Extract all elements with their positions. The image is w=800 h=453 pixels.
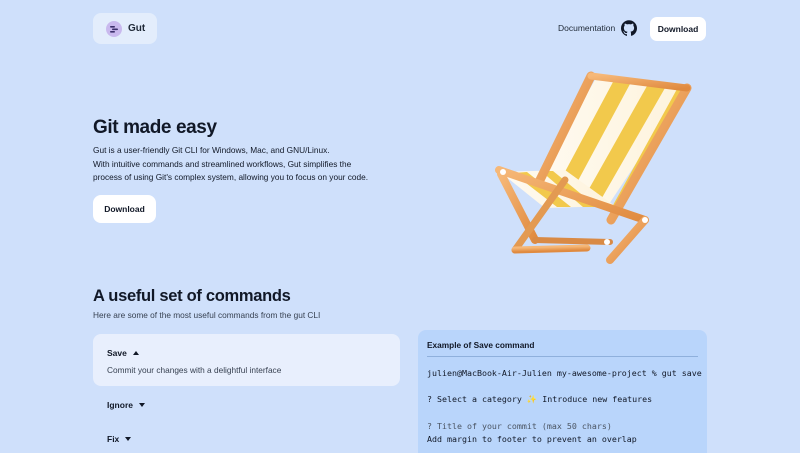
hero-description: Gut is a user-friendly Git CLI for Windo…: [93, 144, 393, 185]
terminal-category-line: ? Select a category ✨ Introduce new feat…: [427, 394, 652, 405]
hero-description-line: process of using Git's complex system, a…: [93, 172, 369, 182]
accordion-item-save[interactable]: Save Commit your changes with a delightf…: [93, 334, 400, 386]
commands-title: A useful set of commands: [93, 287, 291, 305]
beach-chair-illustration: [495, 71, 692, 264]
accordion-header-ignore[interactable]: Ignore: [107, 400, 145, 410]
caret-down-icon: [138, 403, 145, 407]
example-title: Example of Save command: [427, 340, 535, 350]
terminal-commit-prompt: ? Title of your commit (max 50 chars): [427, 421, 612, 431]
accordion-label: Ignore: [107, 400, 133, 410]
gut-logo-icon: [106, 20, 122, 37]
accordion-header-fix[interactable]: Fix: [107, 434, 132, 444]
logo-text: Gut: [128, 23, 146, 34]
terminal-prompt-line: julien@MacBook-Air-Julien my-awesome-pro…: [427, 368, 702, 378]
logo-link[interactable]: Gut: [93, 13, 157, 44]
sparkles-icon: ✨: [526, 394, 538, 404]
nav-documentation-link[interactable]: Documentation: [558, 23, 615, 33]
caret-down-icon: [125, 437, 132, 441]
caret-up-icon: [132, 351, 139, 355]
example-panel: Example of Save command julien@MacBook-A…: [418, 330, 707, 453]
category-prompt: ? Select a category: [427, 394, 522, 404]
accordion-header-save[interactable]: Save: [107, 348, 139, 358]
terminal-commit-value: Add margin to footer to prevent an overl…: [427, 434, 637, 444]
accordion-label: Fix: [107, 434, 120, 444]
header-download-button[interactable]: Download: [650, 17, 706, 41]
github-icon[interactable]: [621, 20, 637, 36]
hero-description-line: With intuitive commands and streamlined …: [93, 158, 352, 169]
hero-title: Git made easy: [93, 117, 217, 138]
hero-description-line: Gut is a user-friendly Git CLI for Windo…: [93, 145, 330, 155]
accordion-item-ignore[interactable]: Ignore: [93, 394, 400, 418]
divider: [427, 356, 698, 357]
commands-subtitle: Here are some of the most useful command…: [93, 310, 321, 320]
category-value: Introduce new features: [542, 394, 653, 404]
hero-download-button[interactable]: Download: [93, 195, 156, 223]
accordion-description: Commit your changes with a delightful in…: [107, 365, 282, 375]
accordion-label: Save: [107, 348, 127, 358]
accordion-item-fix[interactable]: Fix: [93, 428, 400, 452]
